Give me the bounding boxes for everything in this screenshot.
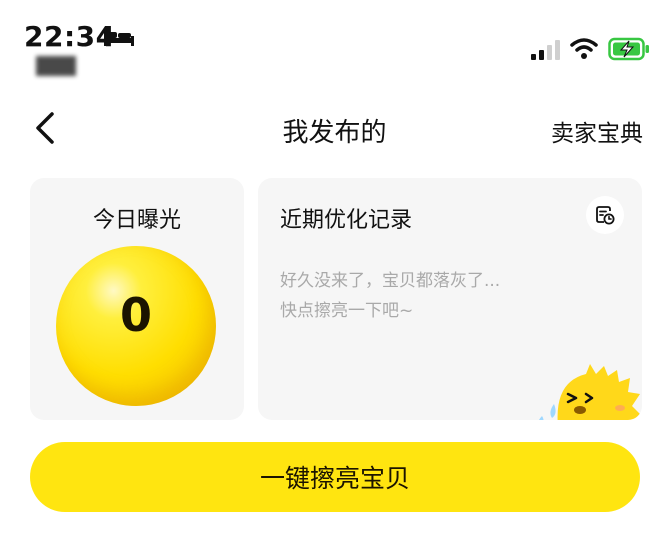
records-card[interactable]: 近期优化记录 好久没来了，宝贝都落灰了... 快点擦亮一下吧~ <box>258 178 642 420</box>
crying-mascot-icon <box>539 364 642 420</box>
signal-icon <box>531 40 560 60</box>
records-hint: 好久没来了，宝贝都落灰了... 快点擦亮一下吧~ <box>280 266 580 326</box>
exposure-title: 今日曝光 <box>92 208 181 233</box>
exposure-ball: 0 <box>56 246 216 406</box>
exposure-value: 0 <box>119 288 152 342</box>
redacted-area <box>36 56 76 76</box>
bed-icon <box>104 30 134 46</box>
status-bar: 22:34 <box>0 0 669 90</box>
history-icon <box>596 206 615 225</box>
records-hint-line2: 快点擦亮一下吧~ <box>280 301 414 321</box>
wifi-icon <box>570 38 598 59</box>
records-title: 近期优化记录 <box>280 208 413 233</box>
polish-all-button[interactable]: 一键擦亮宝贝 <box>30 442 640 512</box>
exposure-card: 今日曝光 0 <box>30 178 244 420</box>
seller-guide-link[interactable]: 卖家宝典 <box>551 114 643 148</box>
battery-charging-icon <box>608 37 649 61</box>
records-history-button[interactable] <box>586 196 624 234</box>
status-time: 22:34 <box>24 20 116 53</box>
records-hint-line1: 好久没来了，宝贝都落灰了... <box>280 271 501 291</box>
